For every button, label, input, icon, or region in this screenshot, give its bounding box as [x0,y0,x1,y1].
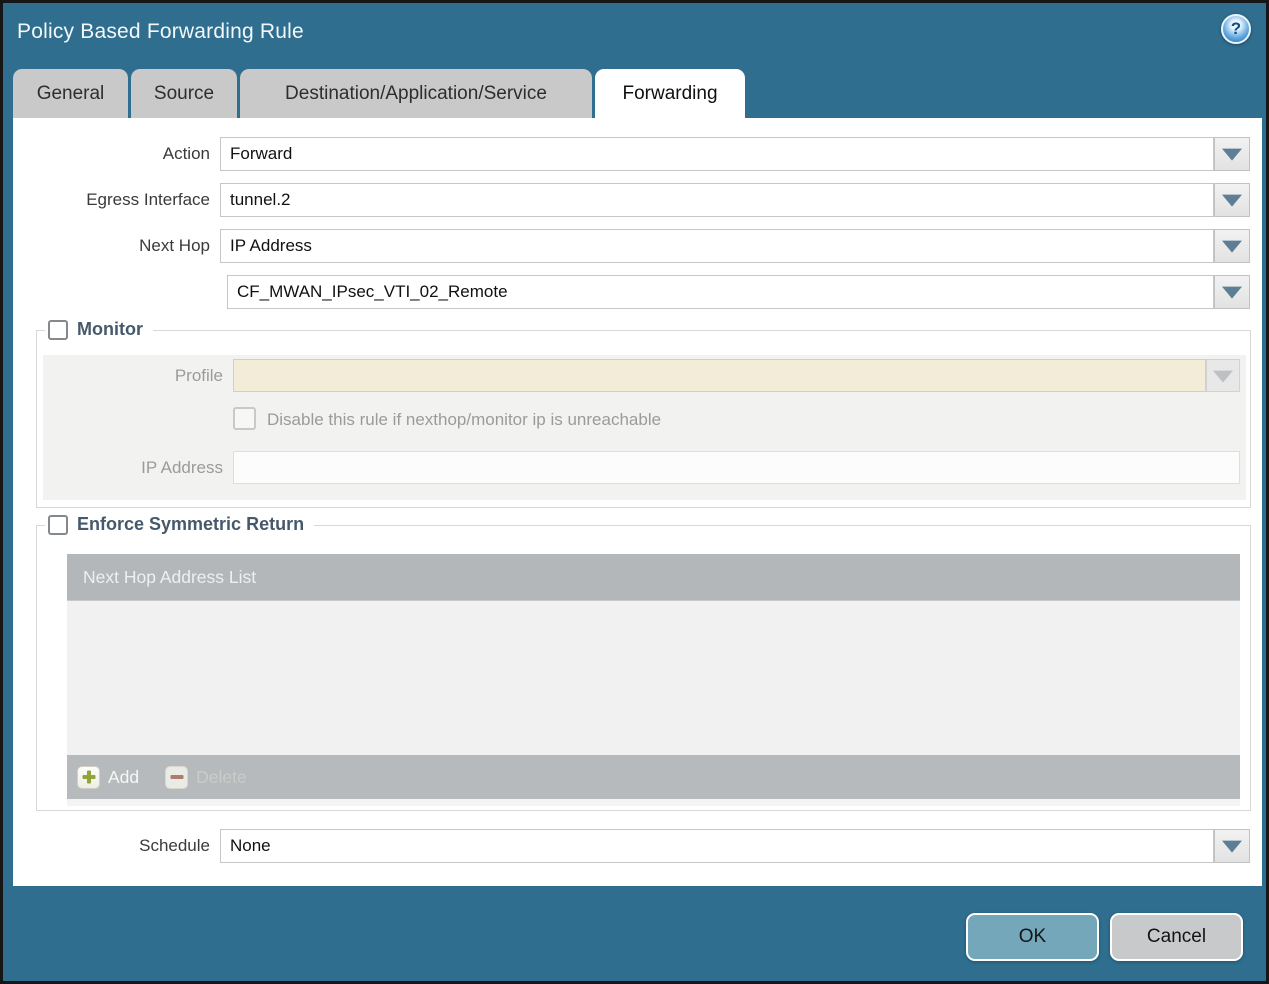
action-label: Action [162,144,210,163]
action-select[interactable]: Forward [220,137,1214,171]
egress-interface-select[interactable]: tunnel.2 [220,183,1214,217]
disable-rule-checkbox [233,407,256,430]
next-hop-address-select[interactable]: CF_MWAN_IPsec_VTI_02_Remote [227,275,1214,309]
monitor-title: Monitor [77,319,143,339]
next-hop-type-select[interactable]: IP Address [220,229,1214,263]
next-hop-address-list-body[interactable] [67,601,1240,755]
add-plus-icon [77,765,100,789]
delete-minus-icon [165,765,189,789]
next-hop-label: Next Hop [139,236,210,255]
schedule-select[interactable]: None [220,829,1214,863]
delete-button-label: Delete [196,766,247,787]
pbf-rule-dialog: Policy Based Forwarding Rule ? General S… [0,0,1269,984]
tab-source-label: Source [153,82,215,104]
forwarding-tab-panel: Action Forward Egress Interface tunnel.2… [13,118,1262,886]
tab-forwarding-label: Forwarding [622,83,718,104]
egress-interface-label: Egress Interface [86,190,210,209]
tab-general-label: General [36,82,105,104]
monitor-checkbox[interactable] [48,319,68,340]
monitor-ip-address-label: IP Address [141,458,223,477]
disable-rule-label: Disable this rule if nexthop/monitor ip … [267,410,662,429]
next-hop-type-dropdown-button[interactable] [1214,229,1250,263]
ok-button[interactable]: OK [966,913,1099,961]
delete-button: Delete [165,765,247,789]
tab-source[interactable]: Source [131,69,237,118]
next-hop-address-list-header: Next Hop Address List [67,554,1240,601]
help-icon[interactable]: ? [1221,14,1251,44]
dialog-titlebar: Policy Based Forwarding Rule ? [3,3,1266,66]
add-button-label: Add [108,766,140,787]
enforce-symmetric-return-title: Enforce Symmetric Return [77,514,305,534]
next-hop-address-list-table: Next Hop Address List Add Delete [67,554,1240,806]
next-hop-address-list-toolbar: Add Delete [67,755,1240,799]
egress-interface-dropdown-button[interactable] [1214,183,1250,217]
action-dropdown-button[interactable] [1214,137,1250,171]
table-bottom-strip [67,799,1240,806]
monitor-profile-select [233,359,1206,392]
tab-destination-label: Destination/Application/Service [285,82,547,104]
add-button[interactable]: Add [77,765,140,789]
tab-forwarding[interactable]: Forwarding [595,69,745,119]
tab-destination-application-service[interactable]: Destination/Application/Service [240,69,592,118]
monitor-ip-address-input [233,451,1240,484]
dialog-title: Policy Based Forwarding Rule [17,20,304,43]
enforce-symmetric-return-checkbox[interactable] [48,514,68,535]
enforce-symmetric-return-section: Enforce Symmetric Return Next Hop Addres… [36,514,1251,811]
monitor-profile-label: Profile [174,366,223,385]
cancel-button[interactable]: Cancel [1110,913,1243,961]
monitor-profile-dropdown-button [1206,359,1240,392]
next-hop-address-dropdown-button[interactable] [1214,275,1250,309]
monitor-legend: Monitor [45,319,153,340]
tab-general[interactable]: General [13,69,128,118]
enforce-symmetric-return-legend: Enforce Symmetric Return [45,514,315,535]
schedule-label: Schedule [139,836,210,855]
schedule-dropdown-button[interactable] [1214,829,1250,863]
